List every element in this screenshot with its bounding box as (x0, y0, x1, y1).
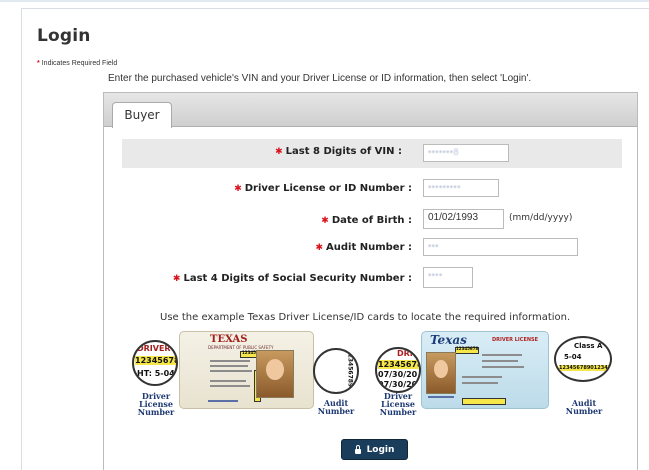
required-star-icon: ✱ (172, 274, 181, 284)
required-star-icon: * (37, 60, 40, 67)
dob-format-hint: (mm/dd/yyyy) (509, 213, 573, 223)
dob-label-text: Date of Birth : (331, 215, 412, 226)
required-star-icon: ✱ (234, 184, 242, 194)
lock-icon (354, 444, 361, 454)
card-photo (256, 350, 294, 398)
ssn-label-text: Last 4 Digits of Social Security Number … (183, 273, 412, 284)
login-panel: Buyer ✱ Last 8 Digits of VIN : •••••••8 ✱… (103, 92, 638, 470)
tab-buyer[interactable]: Buyer (112, 102, 172, 128)
magnifier-text: 12345678 (378, 360, 421, 369)
audit-input[interactable]: ••• (423, 238, 578, 256)
required-field-note: * Indicates Required Field (37, 60, 117, 67)
card-state-title: TEXAS (210, 334, 248, 345)
ssn-value: •••• (428, 270, 443, 280)
texas-license-card-old: TEXAS DEPARTMENT OF PUBLIC SAFETY 123456… (179, 331, 314, 409)
texas-license-card-new: Texas DRIVER LICENSE 12345678 (421, 331, 549, 409)
caption-line: Number (137, 407, 175, 417)
magnifier-text: DRI (397, 349, 413, 358)
magnifier-text: 07/30/20 (378, 370, 418, 379)
instructions-text: Enter the purchased vehicle's VIN and yo… (108, 73, 532, 84)
required-star-icon: ✱ (321, 216, 329, 226)
magnifier-text: 12345678 (135, 356, 178, 365)
caption-line: Number (379, 407, 417, 417)
login-button-label: Login (366, 444, 395, 455)
vin-label: ✱ Last 8 Digits of VIN : (194, 146, 402, 157)
card-license-text: DRIVER LICENSE (492, 337, 539, 343)
license-label-text: Driver License or ID Number : (244, 183, 412, 194)
dob-label: ✱ Date of Birth : (254, 215, 412, 226)
card-state-title: Texas (430, 333, 467, 347)
ssn-input[interactable]: •••• (423, 267, 473, 288)
caption-driver-license-number-new: Driver License Number (374, 392, 422, 416)
magnifier-dl-number-old: DRIVER 12345678 HT: 5-04 (132, 340, 178, 386)
magnifier-audit-number-old: 12345678901 (313, 348, 359, 394)
required-field-text: Indicates Required Field (41, 60, 118, 67)
top-rule (0, 0, 649, 2)
dob-value: 01/02/1993 (428, 212, 479, 223)
magnifier-text: 12345678901 (346, 349, 354, 394)
card-photo (426, 352, 456, 394)
vin-value: •••••••8 (428, 147, 460, 157)
login-button[interactable]: Login (341, 439, 408, 460)
audit-label-text: Audit Number : (326, 242, 412, 253)
card-face (266, 359, 284, 380)
license-input[interactable]: ••••••••• (423, 179, 499, 197)
dob-input[interactable]: 01/02/1993 (423, 209, 504, 229)
required-star-icon: ✱ (275, 147, 283, 157)
caption-driver-license-number-old: Driver License Number (132, 392, 180, 416)
magnifier-text: HT: 5-04 (137, 369, 175, 378)
magnifier-text: 5-04 (564, 353, 582, 361)
vin-input[interactable]: •••••••8 (423, 144, 509, 162)
caption-audit-number-old: Audit Number (314, 399, 358, 415)
card-signature (428, 396, 454, 398)
card-text-line (210, 365, 248, 367)
audit-label: ✱ Audit Number : (254, 242, 412, 253)
card-text-line (210, 360, 250, 362)
dl-number-tag: 12345678 (456, 346, 479, 351)
magnifier-audit-number-new: Class A 5-04 123456789012345 (554, 336, 612, 382)
tab-strip: Buyer (104, 93, 637, 128)
magnifier-text: 07/30/20 (378, 380, 418, 389)
vin-label-text: Last 8 Digits of VIN : (285, 146, 402, 157)
audit-number-highlight (462, 398, 506, 405)
card-text-line (210, 370, 252, 372)
audit-value: ••• (428, 241, 439, 251)
card-text-line (482, 360, 518, 362)
caption-line: Number (317, 406, 355, 416)
card-signature (208, 400, 238, 402)
card-text-line (462, 382, 498, 384)
ssn-label: ✱ Last 4 Digits of Social Security Number… (144, 273, 412, 284)
card-face (434, 360, 448, 379)
card-text-line (210, 380, 246, 382)
caption-audit-number-new: Audit Number (559, 399, 609, 415)
license-label: ✱ Driver License or ID Number : (194, 183, 412, 194)
magnifier-dl-number-new: DRI 12345678 07/30/20 07/30/20 (375, 347, 421, 393)
card-text-line (482, 354, 522, 356)
example-cards-text: Use the example Texas Driver License/ID … (160, 312, 571, 323)
card-text-line (482, 366, 524, 368)
card-text-line (210, 385, 250, 387)
magnifier-text: DRIVER (137, 344, 171, 353)
required-star-icon: ✱ (315, 243, 324, 253)
magnifier-text: 123456789012345 (559, 365, 612, 371)
caption-line: Number (565, 406, 603, 416)
license-value: ••••••••• (428, 182, 461, 192)
card-text-line (462, 376, 502, 378)
magnifier-text: Class A (574, 342, 603, 350)
page-title: Login (37, 26, 91, 46)
